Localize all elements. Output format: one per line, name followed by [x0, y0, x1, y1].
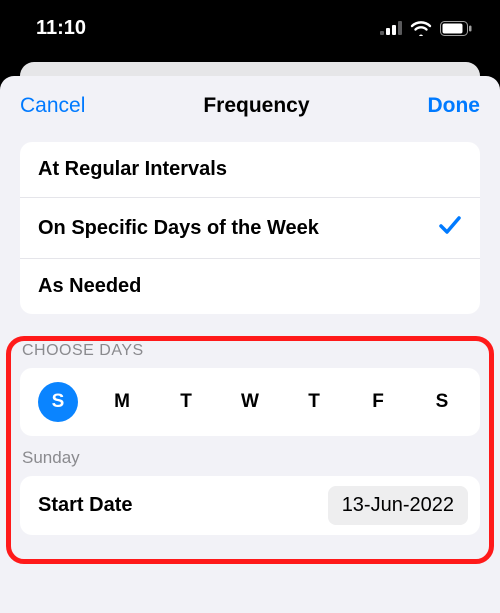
option-specific-days[interactable]: On Specific Days of the Week [20, 197, 480, 258]
page-title: Frequency [203, 94, 309, 118]
done-button[interactable]: Done [427, 94, 480, 118]
day-saturday[interactable]: S [422, 391, 462, 413]
checkmark-icon [438, 214, 462, 242]
status-time: 11:10 [36, 17, 86, 40]
status-indicators [380, 20, 472, 36]
day-monday[interactable]: M [102, 391, 142, 413]
option-as-needed[interactable]: As Needed [20, 258, 480, 314]
battery-icon [440, 21, 472, 36]
frequency-options-group: At Regular Intervals On Specific Days of… [20, 142, 480, 314]
cellular-icon [380, 21, 402, 35]
option-regular-intervals[interactable]: At Regular Intervals [20, 142, 480, 197]
start-date-value[interactable]: 13-Jun-2022 [328, 486, 468, 525]
selected-day-label: Sunday [22, 448, 480, 468]
start-date-row[interactable]: Start Date 13-Jun-2022 [20, 476, 480, 535]
option-label: On Specific Days of the Week [38, 217, 319, 240]
day-tuesday[interactable]: T [166, 391, 206, 413]
modal-sheet: Cancel Frequency Done At Regular Interva… [0, 76, 500, 613]
cancel-button[interactable]: Cancel [20, 94, 85, 118]
choose-days-header: CHOOSE DAYS [22, 342, 480, 360]
days-of-week-picker: S M T W T F S [20, 368, 480, 436]
day-wednesday[interactable]: W [230, 391, 270, 413]
day-friday[interactable]: F [358, 391, 398, 413]
nav-bar: Cancel Frequency Done [0, 76, 500, 128]
day-thursday[interactable]: T [294, 391, 334, 413]
start-date-label: Start Date [38, 494, 132, 517]
option-label: At Regular Intervals [38, 158, 227, 181]
day-sunday[interactable]: S [38, 382, 78, 422]
status-bar: 11:10 [0, 0, 500, 56]
wifi-icon [410, 20, 432, 36]
option-label: As Needed [38, 275, 141, 298]
